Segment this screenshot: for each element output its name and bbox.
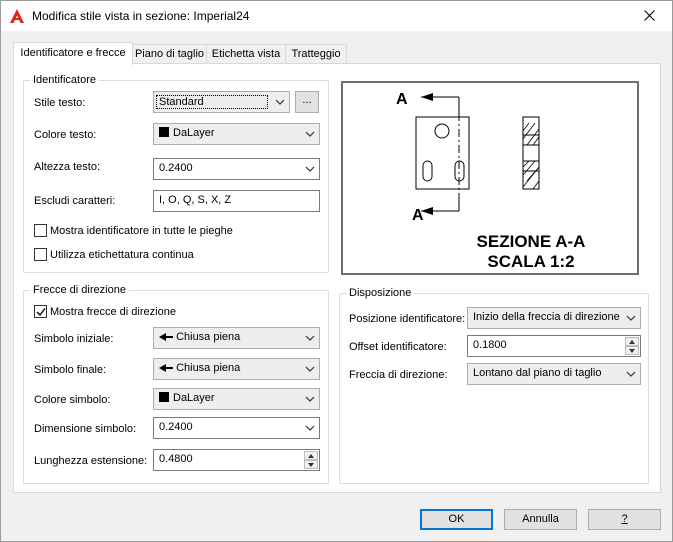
end-symbol-label: Simbolo finale: xyxy=(34,364,107,376)
identifier-offset-spinner[interactable] xyxy=(625,337,639,355)
identifier-position-combo[interactable]: Inizio della freccia di direzione xyxy=(467,307,641,329)
spin-down-button[interactable] xyxy=(625,346,639,355)
autocad-logo-icon xyxy=(10,9,24,23)
spin-up-icon xyxy=(308,454,314,458)
text-style-browse-button[interactable]: ... xyxy=(295,91,319,113)
preview-caption-line1: SEZIONE A-A xyxy=(477,232,586,251)
color-swatch-icon xyxy=(159,392,169,402)
identifier-group-title: Identificatore xyxy=(30,73,99,87)
checkmark-icon xyxy=(36,308,46,317)
chevron-down-icon xyxy=(275,99,285,105)
chevron-down-icon xyxy=(305,131,315,137)
chevron-down-icon xyxy=(626,371,636,377)
closed-filled-arrow-icon xyxy=(159,333,173,341)
chevron-down-icon xyxy=(626,315,636,321)
chevron-down-icon xyxy=(305,166,315,172)
exclude-characters-input[interactable]: I, O, Q, S, X, Z xyxy=(153,190,320,212)
preview-letter-top: A xyxy=(396,91,408,108)
identifier-offset-input[interactable]: 0.1800 xyxy=(467,335,641,357)
close-button[interactable] xyxy=(628,1,672,31)
direction-arrow-value: Lontano dal piano di taglio xyxy=(473,367,602,379)
extension-length-label: Lunghezza estensione: xyxy=(34,455,148,467)
symbol-size-label: Dimensione simbolo: xyxy=(34,423,137,435)
extension-length-spinner[interactable] xyxy=(304,451,318,469)
exclude-characters-value: I, O, Q, S, X, Z xyxy=(159,194,232,206)
help-button[interactable]: ? xyxy=(588,509,661,530)
end-symbol-value: Chiusa piena xyxy=(176,362,241,374)
title-bar[interactable]: Modifica stile vista in sezione: Imperia… xyxy=(1,1,672,31)
layout-group-title: Disposizione xyxy=(346,286,415,300)
direction-arrow-label: Freccia di direzione: xyxy=(349,369,448,381)
text-height-combo[interactable]: 0.2400 xyxy=(153,158,320,180)
close-icon xyxy=(644,10,655,21)
text-color-label: Colore testo: xyxy=(34,129,97,141)
cancel-button[interactable]: Annulla xyxy=(504,509,577,530)
tab-piano-di-taglio[interactable]: Piano di taglio xyxy=(132,44,207,64)
section-preview-drawing: A A SEZIONE A-A SCALA 1:2 xyxy=(396,91,586,271)
identifier-position-value: Inizio della freccia di direzione xyxy=(473,311,620,323)
show-all-bends-label: Mostra identificatore in tutte le pieghe xyxy=(50,225,233,237)
extension-length-input[interactable]: 0.4800 xyxy=(153,449,320,471)
text-style-label: Stile testo: xyxy=(34,97,86,109)
ok-button[interactable]: OK xyxy=(420,509,493,530)
symbol-size-value: 0.2400 xyxy=(159,421,193,433)
preview-caption-line2: SCALA 1:2 xyxy=(487,252,574,271)
start-symbol-combo[interactable]: Chiusa piena xyxy=(153,327,320,349)
spin-up-button[interactable] xyxy=(304,451,318,460)
spin-up-icon xyxy=(629,340,635,344)
symbol-color-combo[interactable]: DaLayer xyxy=(153,388,320,410)
show-arrows-label: Mostra frecce di direzione xyxy=(50,306,176,318)
exclude-characters-label: Escludi caratteri: xyxy=(34,195,116,207)
text-color-combo[interactable]: DaLayer xyxy=(153,123,320,145)
end-symbol-combo[interactable]: Chiusa piena xyxy=(153,358,320,380)
chevron-down-icon xyxy=(305,425,315,431)
spin-down-icon xyxy=(308,463,314,467)
text-height-value: 0.2400 xyxy=(159,162,193,174)
start-symbol-value: Chiusa piena xyxy=(176,331,241,343)
color-swatch-icon xyxy=(159,127,169,137)
text-style-value: Standard xyxy=(156,95,268,109)
closed-filled-arrow-icon xyxy=(159,364,173,372)
arrows-group-title: Frecce di direzione xyxy=(30,283,129,297)
chevron-down-icon xyxy=(305,366,315,372)
show-arrows-checkbox[interactable] xyxy=(34,305,47,318)
chevron-down-icon xyxy=(305,335,315,341)
tab-etichetta-vista[interactable]: Etichetta vista xyxy=(206,44,286,64)
text-height-label: Altezza testo: xyxy=(34,161,101,173)
spin-down-icon xyxy=(629,349,635,353)
symbol-color-value: DaLayer xyxy=(173,392,215,404)
direction-arrow-combo[interactable]: Lontano dal piano di taglio xyxy=(467,363,641,385)
extension-length-value: 0.4800 xyxy=(159,453,193,465)
start-symbol-label: Simbolo iniziale: xyxy=(34,333,114,345)
chevron-down-icon xyxy=(305,396,315,402)
spin-up-button[interactable] xyxy=(625,337,639,346)
preview-letter-bottom: A xyxy=(412,207,424,224)
spin-down-button[interactable] xyxy=(304,460,318,469)
symbol-size-combo[interactable]: 0.2400 xyxy=(153,417,320,439)
window-title: Modifica stile vista in sezione: Imperia… xyxy=(32,9,250,23)
show-all-bends-checkbox[interactable] xyxy=(34,224,47,237)
section-preview: A A SEZIONE A-A SCALA 1:2 xyxy=(341,81,639,275)
tab-tratteggio[interactable]: Tratteggio xyxy=(285,44,347,64)
text-style-combo[interactable]: Standard xyxy=(153,91,290,113)
dialog-window: Modifica stile vista in sezione: Imperia… xyxy=(0,0,673,542)
identifier-offset-value: 0.1800 xyxy=(473,339,507,351)
text-color-value: DaLayer xyxy=(173,127,215,139)
identifier-position-label: Posizione identificatore: xyxy=(349,313,466,325)
tab-identificatore-frecce[interactable]: Identificatore e frecce xyxy=(13,42,133,65)
continuous-labeling-label: Utilizza etichettatura continua xyxy=(50,249,194,261)
continuous-labeling-checkbox[interactable] xyxy=(34,248,47,261)
arrow-head-icon xyxy=(421,93,433,101)
symbol-color-label: Colore simbolo: xyxy=(34,394,111,406)
identifier-offset-label: Offset identificatore: xyxy=(349,341,447,353)
